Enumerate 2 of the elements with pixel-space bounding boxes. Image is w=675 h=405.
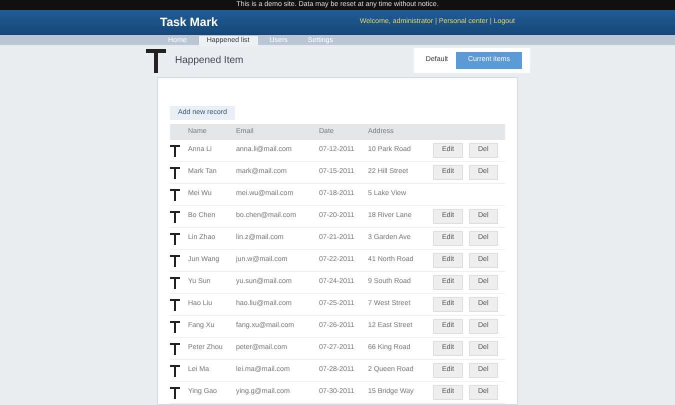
- page-title: Happened Item: [175, 54, 244, 68]
- logo[interactable]: Task Mark: [160, 13, 218, 32]
